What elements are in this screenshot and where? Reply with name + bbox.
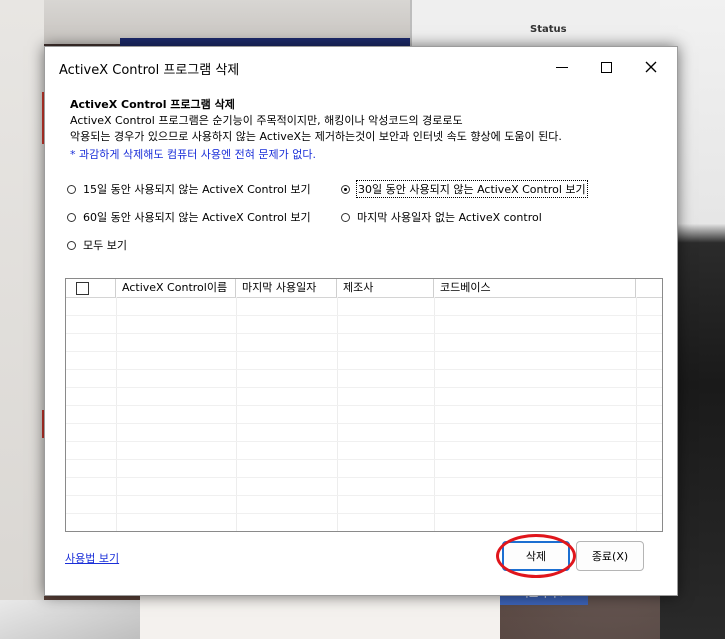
grid-row-line — [66, 351, 662, 352]
radio-no-last-date[interactable]: 마지막 사용일자 없는 ActiveX control — [341, 209, 542, 225]
column-header-last-used[interactable]: 마지막 사용일자 — [236, 279, 337, 297]
grid-row-line — [66, 513, 662, 514]
radio-no-last-date-label: 마지막 사용일자 없는 ActiveX control — [357, 211, 542, 224]
grid-row-line — [66, 405, 662, 406]
maximize-icon — [600, 61, 612, 73]
screenshot-canvas: Status 바로가기 > ActiveX Control 프로그램 삭제 Ac… — [0, 0, 725, 639]
grid-row-line — [66, 495, 662, 496]
radio-15-days[interactable]: 15일 동안 사용되지 않는 ActiveX Control 보기 — [67, 181, 311, 197]
background-sign — [140, 590, 500, 639]
radio-show-all[interactable]: 모두 보기 — [67, 237, 127, 253]
background-status-label: Status — [530, 24, 567, 35]
close-button[interactable] — [631, 53, 671, 81]
grid-row-line — [66, 369, 662, 370]
close-icon — [645, 61, 657, 73]
grid-row-line — [66, 333, 662, 334]
radio-60-days-label: 60일 동안 사용되지 않는 ActiveX Control 보기 — [83, 211, 311, 224]
help-link[interactable]: 사용법 보기 — [65, 550, 119, 566]
minimize-button[interactable] — [542, 53, 582, 81]
column-header-manufacturer[interactable]: 제조사 — [337, 279, 434, 297]
description-line-2: 악용되는 경우가 있으므로 사용하지 않는 ActiveX는 제거하는것이 보안… — [70, 130, 562, 143]
grid-row-line — [66, 477, 662, 478]
radio-circle-icon — [67, 240, 76, 250]
background-keyboard — [0, 600, 140, 639]
activex-list-table[interactable]: ActiveX Control이름 마지막 사용일자 제조사 코드베이스 — [65, 278, 663, 532]
radio-circle-selected-icon — [341, 184, 350, 194]
radio-circle-icon — [67, 212, 76, 222]
radio-circle-icon — [67, 184, 76, 194]
window-title: ActiveX Control 프로그램 삭제 — [59, 63, 240, 78]
grid-row-line — [66, 423, 662, 424]
radio-15-days-label: 15일 동안 사용되지 않는 ActiveX Control 보기 — [83, 183, 311, 196]
column-header-codebase[interactable]: 코드베이스 — [434, 279, 636, 297]
radio-30-days[interactable]: 30일 동안 사용되지 않는 ActiveX Control 보기 — [341, 180, 588, 198]
grid-row-line — [66, 387, 662, 388]
background-document-left — [0, 0, 44, 639]
grid-row-line — [66, 315, 662, 316]
section-heading: ActiveX Control 프로그램 삭제 — [70, 98, 235, 111]
minimize-icon — [556, 66, 568, 68]
exit-button[interactable]: 종료(X) — [576, 541, 644, 571]
radio-circle-icon — [341, 212, 350, 222]
column-header-select[interactable] — [66, 279, 116, 297]
column-header-name[interactable]: ActiveX Control이름 — [116, 279, 236, 297]
radio-60-days[interactable]: 60일 동안 사용되지 않는 ActiveX Control 보기 — [67, 209, 311, 225]
radio-30-days-label: 30일 동안 사용되지 않는 ActiveX Control 보기 — [356, 180, 588, 198]
note-text: * 과감하게 삭제해도 컴퓨터 사용엔 전혀 문제가 없다. — [70, 148, 316, 161]
activex-remove-dialog: ActiveX Control 프로그램 삭제 ActiveX Control … — [44, 46, 678, 596]
radio-show-all-label: 모두 보기 — [83, 239, 127, 252]
delete-button[interactable]: 삭제 — [502, 541, 570, 571]
title-bar[interactable]: ActiveX Control 프로그램 삭제 — [45, 47, 677, 87]
grid-row-line — [66, 459, 662, 460]
grid-row-line — [66, 441, 662, 442]
description-line-1: ActiveX Control 프로그램은 순기능이 주목적이지만, 해킹이나 … — [70, 114, 463, 127]
maximize-button[interactable] — [586, 53, 626, 81]
table-header: ActiveX Control이름 마지막 사용일자 제조사 코드베이스 — [66, 279, 662, 298]
select-all-checkbox[interactable] — [76, 282, 89, 295]
